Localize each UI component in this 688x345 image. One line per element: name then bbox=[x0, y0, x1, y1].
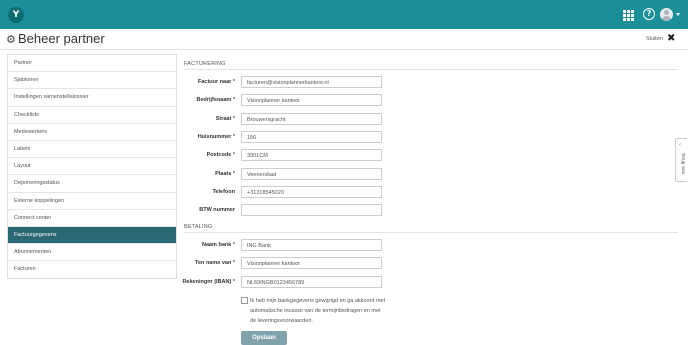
sidebar-item-labels[interactable]: Labels bbox=[8, 141, 176, 159]
top-bar: Y ? bbox=[0, 0, 688, 29]
field-label-factuur-naar: Factuur naar * bbox=[198, 79, 235, 85]
sidebar-item-instellingen[interactable]: Instellingen samenstellalossier bbox=[8, 89, 176, 107]
sidebar-item-facturen[interactable]: Facturen bbox=[8, 261, 176, 278]
field-label-bedrijfsnaam: Bedrijfsnaam * bbox=[196, 97, 235, 103]
bedrijfsnaam-input[interactable]: Visionplanner kantoor bbox=[241, 94, 382, 106]
field-label-plaats: Plaats * bbox=[215, 171, 235, 177]
field-label-postcode: Postcode * bbox=[206, 152, 235, 158]
app-logo[interactable]: Y bbox=[8, 7, 24, 23]
side-panel-tab[interactable]: ‹ Terug naar bbox=[675, 138, 687, 182]
naam-bank-input[interactable]: ING Bank bbox=[241, 239, 382, 251]
apps-grid-icon[interactable] bbox=[623, 10, 634, 21]
avatar[interactable] bbox=[660, 8, 673, 21]
side-panel-tab-label: Terug naar bbox=[681, 153, 686, 175]
straat-input[interactable]: Brouwersgracht bbox=[241, 113, 382, 125]
close-link[interactable]: Sluiten bbox=[646, 36, 663, 42]
btw-nummer-input[interactable] bbox=[241, 204, 382, 216]
chevron-down-icon[interactable] bbox=[676, 13, 680, 16]
divider bbox=[184, 232, 678, 233]
sidebar-item-deponeringsstatus[interactable]: Deponeringsstatus bbox=[8, 175, 176, 193]
telefoon-input[interactable]: +31318545020 bbox=[241, 186, 382, 198]
sidebar-item-medewerkers[interactable]: Medewerkers bbox=[8, 124, 176, 141]
ten-name-van-input[interactable]: Visionplanner kantoor bbox=[241, 257, 382, 269]
divider bbox=[184, 69, 678, 70]
sidebar-item-sjablonen[interactable]: Sjablonen bbox=[8, 72, 176, 90]
field-label-iban: Rekeningnr (IBAN) * bbox=[182, 279, 235, 285]
factuur-naar-input[interactable]: facturen@visionplannerkantoor.nl bbox=[241, 76, 382, 88]
field-label-straat: Straat * bbox=[215, 116, 235, 122]
sidebar-item-factuurgegevens[interactable]: Factuurgegevens bbox=[8, 226, 176, 245]
section-title-betaling: BETALING bbox=[184, 224, 213, 230]
chevron-left-icon: ‹ bbox=[679, 142, 681, 148]
iban-input[interactable]: NL69INGB0123456789 bbox=[241, 276, 382, 288]
save-button[interactable]: Opslaan bbox=[241, 331, 287, 345]
plaats-input[interactable]: Veenendaal bbox=[241, 168, 382, 180]
agreement-text: Ik heb mijn bankgegevens gewijzigd en ga… bbox=[250, 298, 386, 324]
section-title-facturering: FACTURERING bbox=[184, 61, 226, 67]
sidebar-item-partner[interactable]: Partner bbox=[8, 55, 176, 73]
sidebar-item-abonnementen[interactable]: Abonnementen bbox=[8, 244, 176, 262]
field-label-ten-name-van: Ten name van * bbox=[195, 260, 235, 266]
gear-icon: ⚙ bbox=[6, 33, 16, 46]
sidebar: Partner Sjablonen Instellingen samenstel… bbox=[7, 54, 177, 280]
page-title: Beheer partner bbox=[18, 31, 105, 46]
field-label-naam-bank: Naam bank * bbox=[201, 242, 235, 248]
sidebar-item-layout[interactable]: Layout bbox=[8, 158, 176, 176]
help-icon[interactable]: ? bbox=[643, 8, 655, 20]
agreement-checkbox[interactable] bbox=[241, 297, 248, 304]
field-label-telefoon: Telefoon bbox=[212, 189, 235, 195]
huisnummer-input[interactable]: 156 bbox=[241, 131, 382, 143]
sidebar-item-checklists[interactable]: Checklists bbox=[8, 107, 176, 124]
field-label-btw-nummer: BTW nummer bbox=[199, 207, 235, 213]
sidebar-item-connect-center[interactable]: Connect center bbox=[8, 210, 176, 227]
sidebar-item-externe-koppelingen[interactable]: Externe koppelingen bbox=[8, 193, 176, 210]
field-label-huisnummer: Huisnummer * bbox=[197, 134, 235, 140]
close-icon[interactable]: ✖ bbox=[667, 33, 675, 44]
postcode-input[interactable]: 3901CM bbox=[241, 149, 382, 161]
divider bbox=[0, 49, 688, 50]
